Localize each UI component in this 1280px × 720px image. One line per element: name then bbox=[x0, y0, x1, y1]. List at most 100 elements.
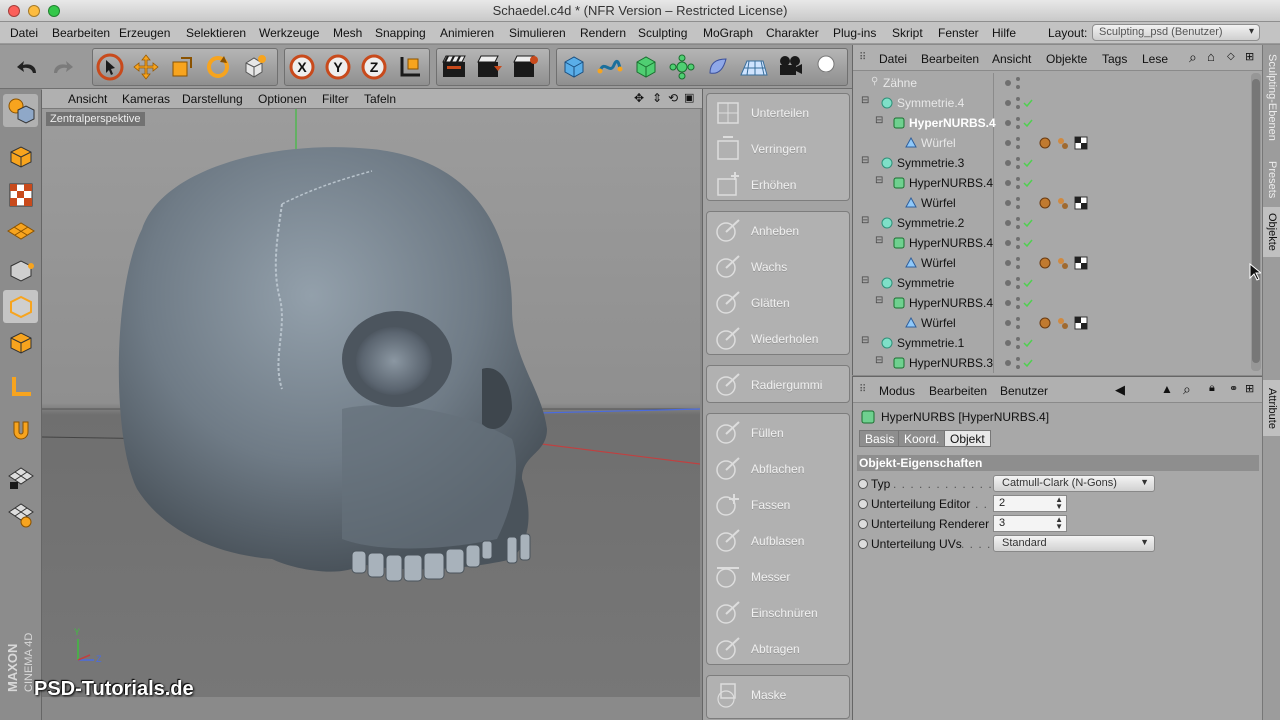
collapse-toggle[interactable]: ⊟ bbox=[861, 215, 869, 226]
new-panel-icon[interactable]: ⊞ bbox=[1245, 382, 1254, 395]
stepper-arrows-icon[interactable]: ▲ ▼ bbox=[1055, 516, 1063, 531]
tab-objekt[interactable]: Objekt bbox=[944, 430, 991, 447]
sculpt-messer-button[interactable]: Messer bbox=[711, 560, 847, 594]
lock-icon[interactable]: 🔒︎ bbox=[1209, 382, 1215, 395]
collapse-icon[interactable]: ◇ bbox=[1227, 51, 1235, 62]
create-deformer-button[interactable] bbox=[702, 51, 734, 83]
scrollbar-thumb[interactable] bbox=[1252, 79, 1260, 363]
sculpt-wachs-button[interactable]: Wachs bbox=[711, 250, 847, 284]
y-axis-lock-button[interactable]: Y bbox=[322, 51, 354, 83]
undo-button[interactable] bbox=[12, 51, 44, 83]
maximize-view-icon[interactable]: ▣ bbox=[684, 91, 694, 104]
om-menu-objekte[interactable]: Objekte bbox=[1046, 52, 1087, 66]
sculpt-verringern-button[interactable]: Verringern bbox=[711, 132, 847, 166]
polygons-mode-button[interactable] bbox=[3, 326, 38, 359]
sculpt-radiergummi-button[interactable]: Radiergummi bbox=[711, 368, 847, 402]
move-tool-button[interactable] bbox=[130, 51, 162, 83]
collapse-toggle[interactable]: ⊟ bbox=[861, 155, 869, 166]
menu-animieren[interactable]: Animieren bbox=[440, 26, 494, 40]
new-panel-icon[interactable]: ⊞ bbox=[1245, 50, 1254, 63]
create-spline-button[interactable] bbox=[594, 51, 626, 83]
link-icon[interactable]: ⚭ bbox=[1229, 382, 1238, 395]
menu-rendern[interactable]: Rendern bbox=[580, 26, 626, 40]
panel-grip-icon[interactable]: ⠿ bbox=[859, 384, 866, 395]
sculpt-fassen-button[interactable]: Fassen bbox=[711, 488, 847, 522]
menu-mograph[interactable]: MoGraph bbox=[703, 26, 753, 40]
menu-simulieren[interactable]: Simulieren bbox=[509, 26, 566, 40]
rotate-view-icon[interactable]: ⟲ bbox=[668, 91, 678, 105]
side-tab-attribute[interactable]: Attribute bbox=[1263, 380, 1280, 436]
menu-plugins[interactable]: Plug-ins bbox=[833, 26, 876, 40]
collapse-toggle[interactable]: ⊟ bbox=[861, 95, 869, 106]
recent-tool-button[interactable] bbox=[238, 51, 270, 83]
om-menu-lesezeichen[interactable]: Lese bbox=[1142, 52, 1168, 66]
vp-menu-darstellung[interactable]: Darstellung bbox=[182, 92, 243, 106]
collapse-toggle[interactable]: ⊟ bbox=[875, 355, 883, 366]
use-model-mode-button[interactable] bbox=[3, 94, 38, 127]
animate-radio[interactable] bbox=[858, 519, 868, 529]
sculpt-abtragen-button[interactable]: Abtragen bbox=[711, 632, 847, 666]
3d-viewport[interactable]: Zentralperspektive Y Z bbox=[42, 109, 700, 697]
menu-skript[interactable]: Skript bbox=[892, 26, 923, 40]
zoom-view-icon[interactable]: ⇕ bbox=[652, 91, 662, 105]
object-manager-scrollbar[interactable] bbox=[1251, 73, 1261, 371]
tags-column[interactable] bbox=[1037, 73, 1097, 373]
create-nurbs-button[interactable] bbox=[630, 51, 662, 83]
render-settings-button[interactable] bbox=[510, 51, 542, 83]
am-menu-modus[interactable]: Modus bbox=[879, 384, 915, 398]
am-menu-benutzer[interactable]: Benutzer bbox=[1000, 384, 1048, 398]
animate-radio[interactable] bbox=[858, 499, 868, 509]
sculpt-unterteilen-button[interactable]: Unterteilen bbox=[711, 96, 847, 130]
coordinate-system-button[interactable] bbox=[394, 51, 426, 83]
om-menu-ansicht[interactable]: Ansicht bbox=[992, 52, 1031, 66]
workplane-mode-button[interactable] bbox=[3, 214, 38, 247]
render-picture-viewer-button[interactable] bbox=[474, 51, 506, 83]
search-icon[interactable]: ⌕ bbox=[1189, 49, 1197, 66]
create-camera-button[interactable] bbox=[774, 51, 806, 83]
points-mode-button[interactable] bbox=[3, 254, 38, 287]
vp-menu-kameras[interactable]: Kameras bbox=[122, 92, 170, 106]
menu-selektieren[interactable]: Selektieren bbox=[186, 26, 246, 40]
typ-dropdown[interactable]: Catmull-Clark (N-Gons) ▼ bbox=[993, 475, 1155, 492]
unterteilung-editor-input[interactable]: 2 ▲ ▼ bbox=[993, 495, 1067, 512]
menu-hilfe[interactable]: Hilfe bbox=[992, 26, 1016, 40]
sculpt-einschnueren-button[interactable]: Einschnüren bbox=[711, 596, 847, 630]
sculpt-glaetten-button[interactable]: Glätten bbox=[711, 286, 847, 320]
side-tab-sculpting-ebenen[interactable]: Sculpting-Ebenen bbox=[1263, 49, 1280, 145]
render-view-button[interactable] bbox=[438, 51, 470, 83]
collapse-toggle[interactable]: ⊟ bbox=[875, 175, 883, 186]
side-tab-objekte[interactable]: Objekte bbox=[1263, 207, 1280, 257]
panel-grip-icon[interactable]: ⠿ bbox=[859, 52, 866, 63]
collapse-toggle[interactable]: ⊟ bbox=[875, 235, 883, 246]
create-environment-button[interactable] bbox=[738, 51, 770, 83]
menu-mesh[interactable]: Mesh bbox=[333, 26, 362, 40]
collapse-toggle[interactable]: ⊟ bbox=[861, 275, 869, 286]
sculpt-anheben-button[interactable]: Anheben bbox=[711, 214, 847, 248]
model-mode-button[interactable] bbox=[3, 140, 38, 173]
menu-charakter[interactable]: Charakter bbox=[766, 26, 819, 40]
tab-koord[interactable]: Koord. bbox=[898, 430, 946, 447]
collapse-toggle[interactable]: ⊟ bbox=[861, 335, 869, 346]
rotate-tool-button[interactable] bbox=[202, 51, 234, 83]
workplane-align-button[interactable] bbox=[3, 498, 38, 531]
side-tab-presets[interactable]: Presets bbox=[1263, 155, 1280, 205]
z-axis-lock-button[interactable]: Z bbox=[358, 51, 390, 83]
menu-erzeugen[interactable]: Erzeugen bbox=[119, 26, 170, 40]
sculpt-abflachen-button[interactable]: Abflachen bbox=[711, 452, 847, 486]
redo-button[interactable] bbox=[46, 51, 78, 83]
snapping-button[interactable] bbox=[3, 414, 38, 447]
vp-menu-tafeln[interactable]: Tafeln bbox=[364, 92, 396, 106]
menu-snapping[interactable]: Snapping bbox=[375, 26, 426, 40]
up-arrow-icon[interactable]: ▲ bbox=[1161, 382, 1173, 396]
om-menu-tags[interactable]: Tags bbox=[1102, 52, 1127, 66]
live-selection-button[interactable] bbox=[94, 51, 126, 83]
texture-mode-button[interactable] bbox=[3, 178, 38, 211]
vp-menu-optionen[interactable]: Optionen bbox=[258, 92, 307, 106]
create-cube-button[interactable] bbox=[558, 51, 590, 83]
create-light-button[interactable] bbox=[810, 51, 842, 83]
vp-menu-filter[interactable]: Filter bbox=[322, 92, 349, 106]
axis-mode-button[interactable] bbox=[3, 370, 38, 403]
sculpt-wiederholen-button[interactable]: Wiederholen bbox=[711, 322, 847, 356]
menu-werkzeuge[interactable]: Werkzeuge bbox=[259, 26, 319, 40]
vp-menu-ansicht[interactable]: Ansicht bbox=[68, 92, 107, 106]
